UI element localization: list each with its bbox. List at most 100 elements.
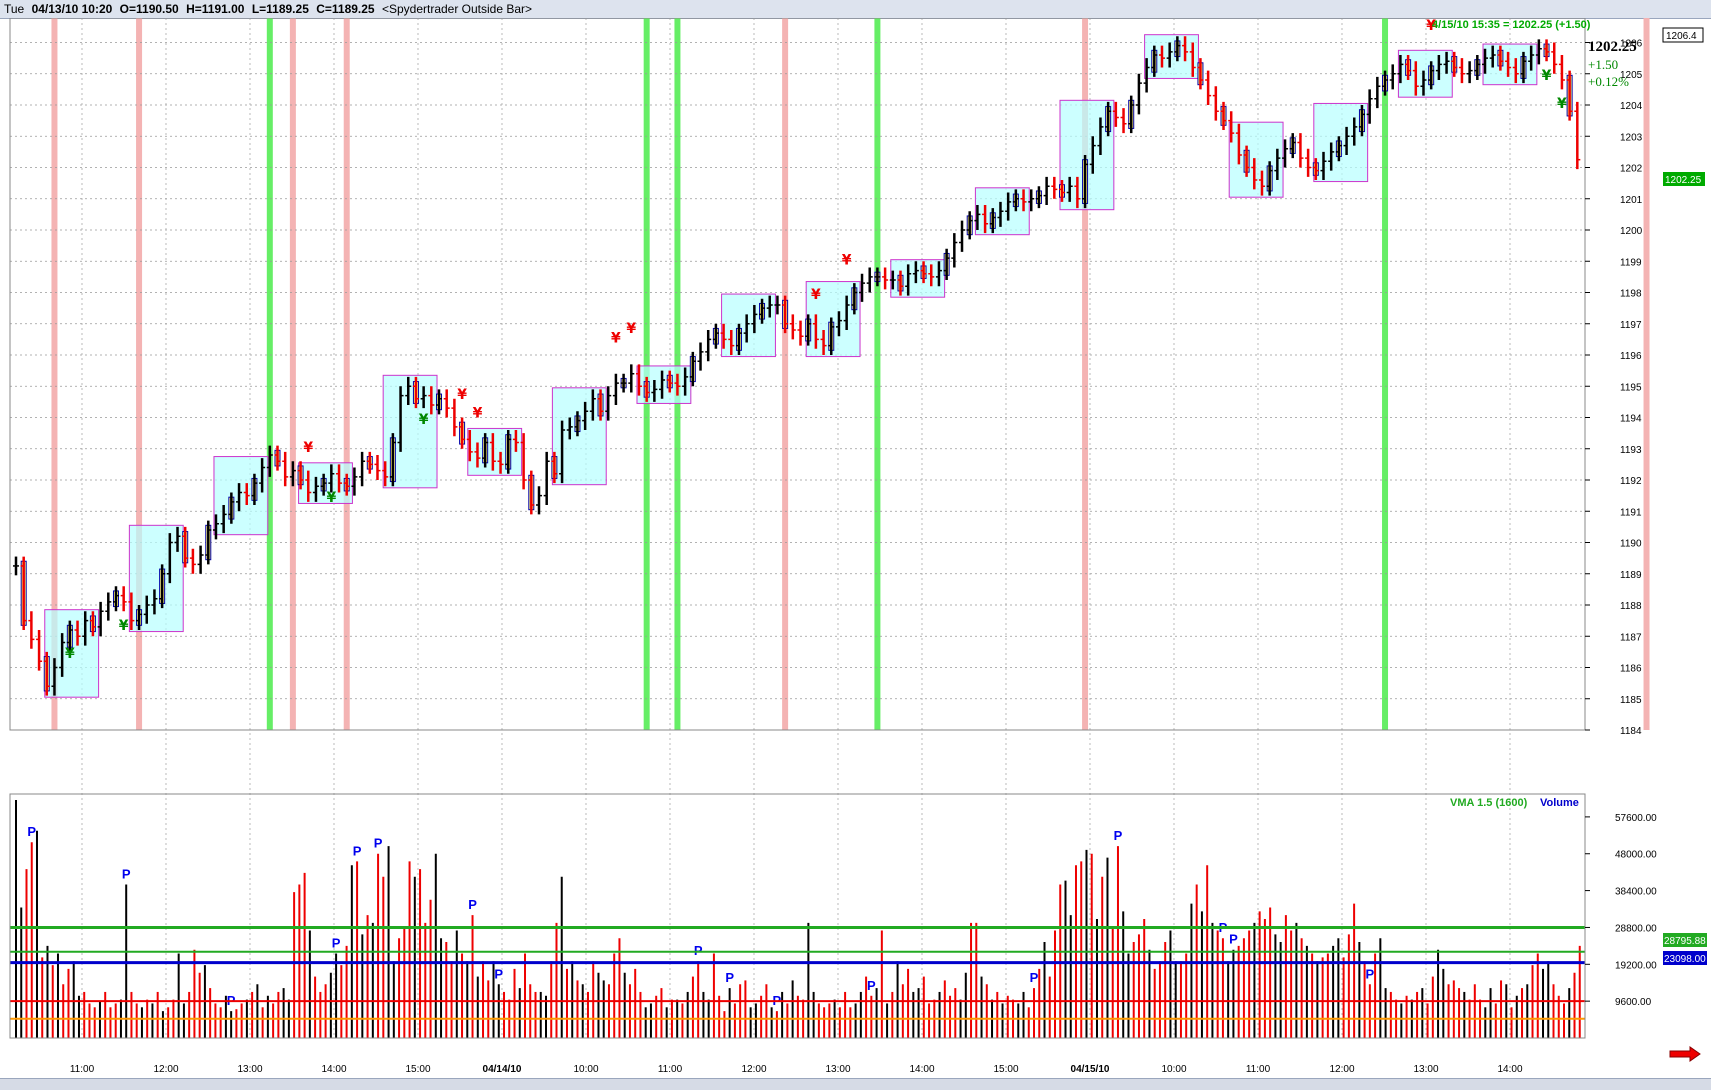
price-axis-tick-label: 1198: [1620, 289, 1642, 300]
volume-pivot-marker: P: [468, 897, 477, 912]
time-axis-tick-label: 15:00: [993, 1064, 1018, 1075]
volume-pivot-marker: P: [374, 836, 383, 851]
volume-pivot-marker: P: [1229, 932, 1238, 947]
time-axis-tick-label: 10:00: [573, 1064, 598, 1075]
time-axis-tick-label: 14:00: [321, 1064, 346, 1075]
price-axis-tick-label: 1204: [1620, 101, 1643, 112]
buy-signal-marker: ¥: [419, 412, 429, 428]
bottom-scrollbar[interactable]: [0, 1078, 1711, 1090]
price-axis-tick-label: 1196: [1620, 351, 1642, 362]
axis-high-label: 1206.4: [1666, 31, 1697, 42]
time-axis-tick-label: 11:00: [70, 1064, 95, 1075]
price-axis-tick-label: 1197: [1620, 320, 1642, 331]
session-bands: [51, 18, 1650, 730]
time-axis-tick-label: 04/15/10: [1071, 1064, 1110, 1075]
red-session-band: [289, 18, 296, 730]
price-axis-tick-label: 1184: [1620, 726, 1642, 737]
volume-axis-tick-label: 28800.00: [1615, 923, 1657, 934]
header-date-time: 04/13/10 10:20: [31, 2, 113, 16]
green-session-band: [1382, 18, 1389, 730]
volume-pivot-marker: P: [494, 966, 503, 981]
axis-last-label: 1202.25: [1665, 175, 1702, 186]
price-axis-tick-label: 1203: [1620, 132, 1643, 143]
volume-axis-tick-label: 9600.00: [1615, 997, 1652, 1008]
volume-pivot-marker: P: [1030, 970, 1039, 985]
quote-change: +1.50: [1588, 57, 1618, 72]
volume-pivot-marker: P: [694, 943, 703, 958]
red-session-band: [782, 18, 789, 730]
scroll-right-arrow-icon[interactable]: [1668, 1046, 1702, 1062]
time-axis-tick-label: 12:00: [153, 1064, 178, 1075]
price-axis-tick-label: 1200: [1620, 226, 1643, 237]
header-close: C=1189.25: [316, 2, 375, 16]
header-day: Tue: [4, 2, 25, 16]
time-axis-tick-label: 11:00: [1246, 1064, 1271, 1075]
price-axis-tick-label: 1194: [1620, 414, 1642, 425]
volume-pivot-marker: P: [1114, 828, 1123, 843]
price-axis-tick-label: 1195: [1620, 382, 1642, 393]
red-session-band: [343, 18, 350, 730]
price-axis-tick-label: 1190: [1620, 539, 1642, 550]
buy-signal-marker: ¥: [119, 618, 129, 634]
sell-signal-marker: ¥: [303, 440, 313, 456]
buy-signal-marker: ¥: [326, 490, 336, 506]
quote-change-pct: +0.12%: [1588, 74, 1629, 89]
volume-axis-tick-label: 48000.00: [1615, 850, 1657, 861]
time-axis-tick-label: 12:00: [1329, 1064, 1354, 1075]
time-axis-tick-label: 13:00: [1413, 1064, 1438, 1075]
volume-pivot-marker: P: [332, 936, 341, 951]
time-axis-tick-label: 13:00: [237, 1064, 262, 1075]
time-axis-tick-label: 15:00: [405, 1064, 430, 1075]
volume-pivot-marker: P: [867, 978, 876, 993]
chart-title-bar: Tue 04/13/10 10:20 O=1190.50 H=1191.00 L…: [0, 0, 1711, 19]
volume-pivot-marker: P: [122, 866, 131, 881]
green-session-band: [266, 18, 273, 730]
header-open: O=1190.50: [119, 2, 179, 16]
volume-axis-tick-label: 57600.00: [1615, 813, 1657, 824]
header-high: H=1191.00: [186, 2, 245, 16]
volume-value-label: 23098.00: [1664, 954, 1706, 965]
sell-signal-marker: ¥: [626, 321, 636, 337]
quote-last-price: 1202.25: [1588, 39, 1637, 55]
price-axis-tick-label: 1201: [1620, 195, 1643, 206]
volume-pivot-marker: P: [1366, 966, 1375, 981]
volume-legend: Volume: [1540, 797, 1579, 809]
volume-pivot-marker: P: [725, 970, 734, 985]
red-session-band: [1643, 18, 1650, 730]
price-volume-chart[interactable]: ¥¥¥¥¥¥¥¥¥¥¥¥¥¥¥PPPPPPPPPPPPPPPPP 1184118…: [0, 18, 1711, 1078]
volume-bars[interactable]: [15, 800, 1581, 1038]
consolidation-box: [721, 293, 776, 358]
buy-signal-marker: ¥: [1542, 68, 1552, 84]
time-axis-tick-label: 10:00: [1161, 1064, 1186, 1075]
price-axis-tick-label: 1192: [1620, 476, 1642, 487]
vma-legend: VMA 1.5 (1600): [1450, 797, 1528, 809]
volume-axis-tick-label: 19200.00: [1615, 960, 1657, 971]
time-axis-tick-label: 13:00: [825, 1064, 850, 1075]
price-axis-tick-label: 1187: [1620, 632, 1642, 643]
price-axis-tick-label: 1193: [1620, 445, 1642, 456]
sell-signal-marker: ¥: [473, 406, 483, 422]
green-session-band: [874, 18, 881, 730]
time-axis-tick-label: 12:00: [741, 1064, 766, 1075]
price-axis-tick-label: 1189: [1620, 570, 1642, 581]
header-study-name: <Spydertrader Outside Bar>: [381, 2, 533, 16]
volume-pivot-marker: P: [27, 824, 36, 839]
consolidation-box: [213, 456, 269, 536]
buy-signal-marker: ¥: [65, 646, 75, 662]
volume-pivot-marker: P: [353, 843, 362, 858]
price-axis-tick-label: 1202: [1620, 164, 1643, 175]
price-axis-tick-label: 1199: [1620, 257, 1642, 268]
vma-value-label: 28795.88: [1664, 936, 1706, 947]
price-axis-tick-label: 1191: [1620, 507, 1642, 518]
time-axis-tick-label: 14:00: [1497, 1064, 1522, 1075]
volume-axis-tick-label: 38400.00: [1615, 887, 1657, 898]
header-low: L=1189.25: [251, 2, 309, 16]
price-axis-tick-label: 1185: [1620, 695, 1642, 706]
price-axis-tick-label: 1186: [1620, 664, 1642, 675]
sell-signal-marker: ¥: [811, 287, 821, 303]
price-axis-tick-label: 1188: [1620, 601, 1642, 612]
buy-signal-marker: ¥: [1557, 96, 1567, 112]
time-axis-tick-label: 11:00: [658, 1064, 683, 1075]
quote-timestamp: 4/15/10 15:35 = 1202.25 (+1.50): [1432, 19, 1591, 31]
consolidation-box: [1482, 43, 1538, 86]
